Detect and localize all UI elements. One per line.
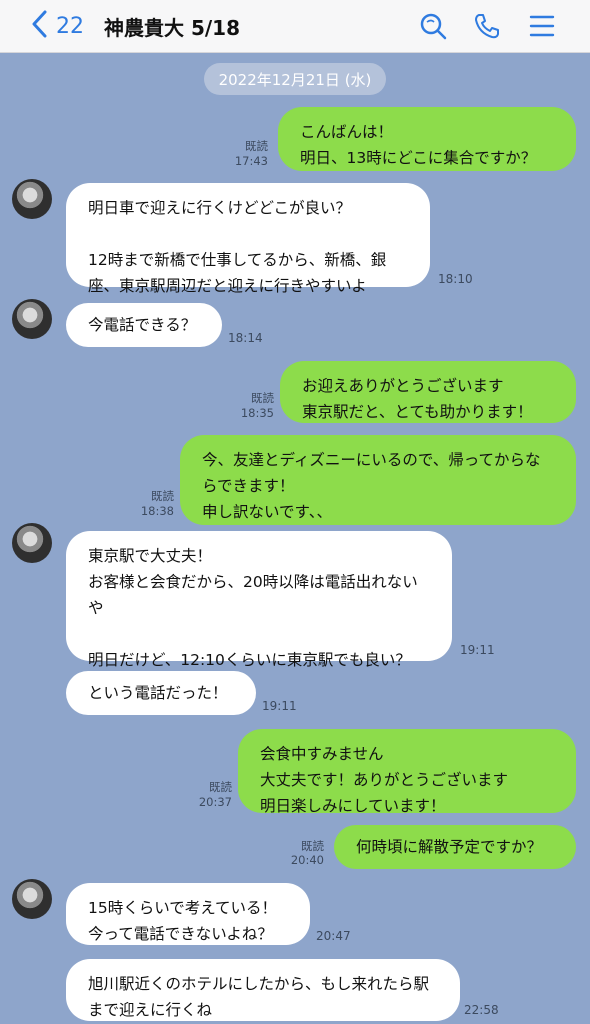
message-text: 東京駅で大丈夫！ お客様と会食だから、20時以降は電話出れないや 明日だけど、1… bbox=[88, 547, 418, 669]
message-bubble-outgoing[interactable]: お迎えありがとうございます 東京駅だと、とても助かります！ bbox=[280, 361, 576, 423]
date-separator: 2022年12月21日 (水) bbox=[204, 63, 386, 95]
message-text: 今電話できる？ bbox=[88, 316, 197, 334]
message-text: 今、友達とディズニーにいるので、帰ってからならできます！ 申し訳ないです、、 bbox=[202, 451, 541, 521]
message-time: 20:37 bbox=[198, 795, 232, 809]
message-bubble-outgoing[interactable]: こんばんは！ 明日、13時にどこに集合ですか？ bbox=[278, 107, 576, 171]
message-bubble-incoming[interactable]: 東京駅で大丈夫！ お客様と会食だから、20時以降は電話出れないや 明日だけど、1… bbox=[66, 531, 452, 669]
message-bubble-incoming[interactable]: 旭川駅近くのホテルにしたから、もし来れたら駅まで迎えに行くね bbox=[66, 959, 460, 1021]
read-receipt: 既読 bbox=[251, 391, 274, 405]
back-button[interactable]: 22 bbox=[30, 10, 90, 42]
message-time: 18:10 bbox=[438, 272, 473, 286]
message-time: 19:11 bbox=[262, 699, 297, 713]
message-text: こんばんは！ 明日、13時にどこに集合ですか？ bbox=[300, 123, 537, 167]
read-receipt: 既読 bbox=[245, 139, 268, 153]
message-text: 旭川駅近くのホテルにしたから、もし来れたら駅まで迎えに行くね bbox=[88, 975, 430, 1019]
avatar[interactable] bbox=[12, 879, 52, 919]
chat-title: 神農貴大 5/18 bbox=[104, 16, 241, 40]
message-time: 17:43 bbox=[234, 154, 268, 168]
message-bubble-outgoing[interactable]: 今、友達とディズニーにいるので、帰ってからならできます！ 申し訳ないです、、 bbox=[180, 435, 576, 525]
message-text: お迎えありがとうございます 東京駅だと、とても助かります！ bbox=[302, 377, 533, 421]
chat-area[interactable]: 2022年12月21日 (水) こんばんは！ 明日、13時にどこに集合ですか？ … bbox=[0, 53, 590, 1024]
message-time: 22:58 bbox=[464, 1003, 499, 1017]
search-icon[interactable] bbox=[418, 11, 448, 41]
message-bubble-incoming[interactable]: 今電話できる？ bbox=[66, 303, 222, 347]
unread-count: 22 bbox=[56, 13, 84, 39]
chevron-left-icon bbox=[30, 10, 48, 42]
menu-icon[interactable] bbox=[527, 11, 557, 41]
message-bubble-outgoing[interactable]: 会食中すみません 大丈夫です！ありがとうございます 明日楽しみにしています！ bbox=[238, 729, 576, 815]
message-text: 何時頃に解散予定ですか？ bbox=[356, 838, 543, 856]
message-bubble-incoming[interactable]: 明日車で迎えに行くけどどこが良い？ 12時まで新橋で仕事してるから、新橋、銀座、… bbox=[66, 183, 430, 295]
message-text: 会食中すみません 大丈夫です！ありがとうございます 明日楽しみにしています！ bbox=[260, 745, 509, 815]
message-text: 15時くらいで考えている！ 今って電話できないよね？ bbox=[88, 899, 277, 943]
avatar[interactable] bbox=[12, 299, 52, 339]
message-time: 18:38 bbox=[140, 504, 174, 518]
message-bubble-incoming[interactable]: という電話だった！ bbox=[66, 671, 256, 715]
message-bubble-outgoing[interactable]: 何時頃に解散予定ですか？ bbox=[334, 825, 576, 869]
avatar[interactable] bbox=[12, 179, 52, 219]
message-time: 20:47 bbox=[316, 929, 351, 943]
phone-icon[interactable] bbox=[472, 11, 502, 41]
read-receipt: 既読 bbox=[301, 839, 324, 853]
avatar[interactable] bbox=[12, 523, 52, 563]
message-bubble-incoming[interactable]: 15時くらいで考えている！ 今って電話できないよね？ bbox=[66, 883, 310, 945]
message-time: 20:40 bbox=[290, 853, 324, 867]
message-time: 18:14 bbox=[228, 331, 263, 345]
read-receipt: 既読 bbox=[151, 489, 174, 503]
message-text: という電話だった！ bbox=[88, 684, 228, 702]
message-text: 明日車で迎えに行くけどどこが良い？ 12時まで新橋で仕事してるから、新橋、銀座、… bbox=[88, 199, 387, 295]
message-time: 18:35 bbox=[240, 406, 274, 420]
chat-header: 22 神農貴大 5/18 bbox=[0, 0, 590, 53]
read-receipt: 既読 bbox=[209, 780, 232, 794]
message-time: 19:11 bbox=[460, 643, 495, 657]
